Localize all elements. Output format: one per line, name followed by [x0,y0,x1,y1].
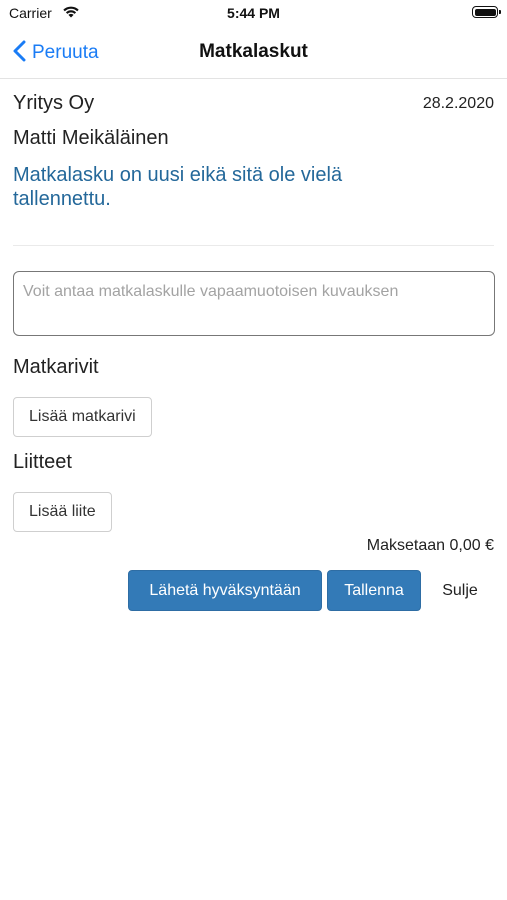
add-trip-row-button[interactable]: Lisää matkarivi [13,397,152,437]
page-title: Matkalaskut [199,41,308,62]
trip-rows-heading: Matkarivit [13,356,99,378]
navigation-bar: Peruuta Matkalaskut [0,28,507,79]
total-amount: Maksetaan 0,00 € [366,537,494,554]
add-attachment-button[interactable]: Lisää liite [13,492,112,532]
invoice-date: 28.2.2020 [422,95,494,112]
unsaved-notice: Matkalasku on uusi eikä sitä ole vielä t… [13,164,343,210]
attachments-heading: Liitteet [13,451,72,473]
close-button[interactable]: Sulje [432,570,488,611]
divider [13,245,494,246]
employee-name: Matti Meikäläinen [13,127,169,149]
description-field[interactable] [13,271,495,336]
battery-icon [472,6,501,18]
save-button[interactable]: Tallenna [327,570,421,611]
status-bar: Carrier 5:44 PM [0,0,507,28]
company-name: Yritys Oy [13,92,95,114]
submit-for-approval-button[interactable]: Lähetä hyväksyntään [128,570,322,611]
clock: 5:44 PM [227,5,280,21]
